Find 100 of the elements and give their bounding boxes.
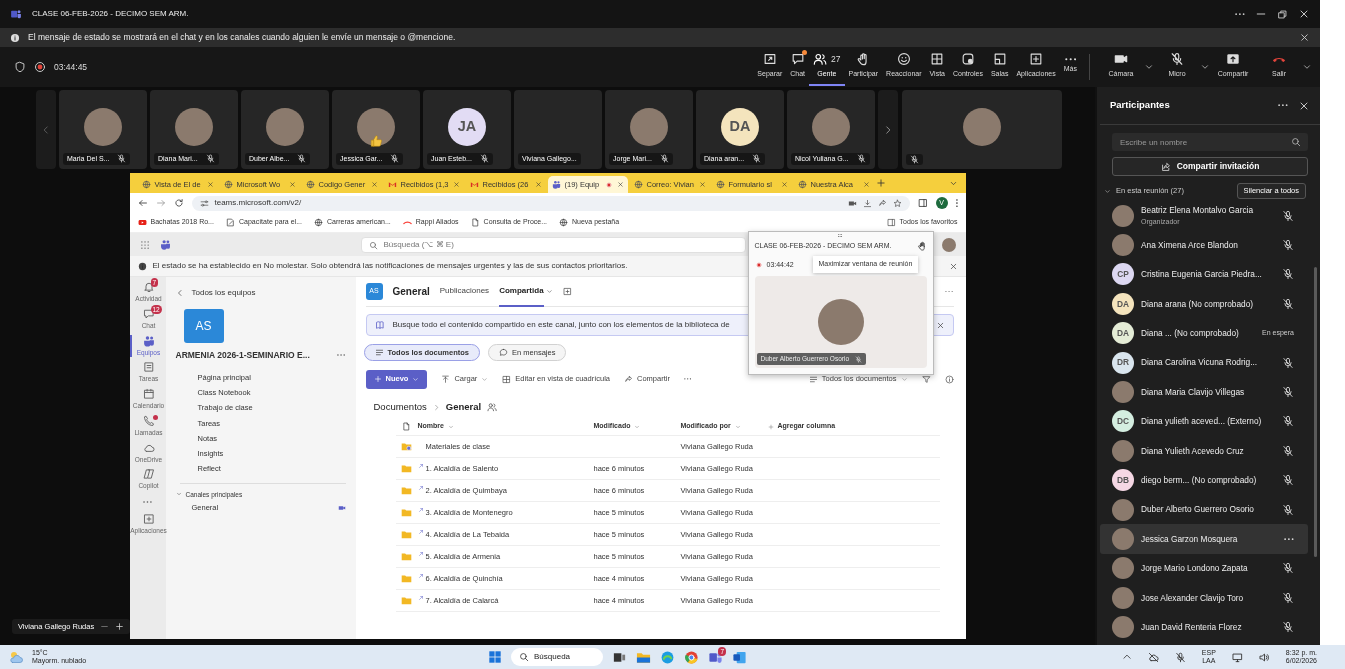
back-icon[interactable] <box>137 198 148 208</box>
participant-name: Ana Ximena Arce Blandon <box>1141 238 1239 252</box>
word-icon[interactable] <box>732 649 747 665</box>
participant-name: Diana arana (No comprobado) <box>1141 297 1255 311</box>
avatar: DA <box>721 108 759 146</box>
caret-icon <box>900 375 908 383</box>
people-count: 27 <box>831 52 841 66</box>
participant-row[interactable]: DA Diana arana (No comprobado) <box>1100 289 1308 319</box>
browser-icon[interactable] <box>660 649 675 665</box>
phone-icon <box>142 414 155 427</box>
participant-row[interactable]: DB diego berm... (No comprobado) <box>1100 465 1308 495</box>
participant-name: Duber Alberto Guerrero Osorio <box>1141 503 1255 516</box>
bell-icon <box>142 281 155 293</box>
share-icon[interactable] <box>877 198 887 208</box>
close-icon[interactable] <box>1298 8 1310 20</box>
photo-placeholder <box>1112 204 1134 227</box>
app-launcher-icon[interactable] <box>139 239 150 250</box>
photo-placeholder <box>812 108 850 146</box>
caret-icon <box>734 423 741 430</box>
more-icon <box>1064 57 1077 61</box>
file-icon <box>402 422 411 431</box>
breadcrumb-link[interactable]: Documentos <box>373 399 427 415</box>
address-bar[interactable]: teams.microsoft.com/v2/ <box>191 195 910 211</box>
drag-handle-icon[interactable] <box>838 234 843 238</box>
participant-row[interactable]: Diana Yulieth Acevedo Cruz <box>1100 436 1308 466</box>
participant-name: Diana Maria Clavijo Villegas <box>1141 385 1246 399</box>
photo-placeholder <box>630 108 668 146</box>
panel-title: Participantes <box>1110 98 1171 113</box>
info-icon[interactable] <box>944 374 954 384</box>
close-icon[interactable] <box>1299 32 1310 43</box>
more-icon[interactable] <box>1235 12 1245 16</box>
globe-icon <box>715 180 725 189</box>
participant-row[interactable]: Jorge Mario Londono Zapata <box>1100 553 1308 584</box>
menu-icon[interactable] <box>955 198 958 208</box>
globe-icon <box>559 218 569 227</box>
caret-icon[interactable] <box>545 288 553 295</box>
split-icon <box>762 52 777 67</box>
participant-name: Beatriz Elena Montalvo Garcia <box>1141 204 1255 217</box>
invite-button[interactable]: Compartir invitación <box>1112 157 1308 176</box>
link-arrow-icon <box>417 484 424 491</box>
plus-icon <box>373 375 382 383</box>
participant-row[interactable]: Jose Alexander Clavijo Toro <box>1100 583 1308 613</box>
volume-icon[interactable] <box>1258 651 1270 663</box>
scrollbar[interactable] <box>1314 267 1317 557</box>
reload-icon[interactable] <box>173 198 184 208</box>
participant-row[interactable]: Juan David Renteria Florez <box>1100 612 1308 642</box>
share-screen-icon <box>1226 52 1240 67</box>
photo-placeholder <box>1112 381 1134 404</box>
people-icon <box>487 402 498 412</box>
caret-icon[interactable] <box>1302 62 1312 72</box>
photo-placeholder <box>1112 234 1134 257</box>
tune-icon <box>199 198 209 208</box>
participant-row[interactable]: DR Diana Carolina Vicuna Rodrig... <box>1100 347 1308 378</box>
taskbar-search[interactable]: Búsqueda <box>511 648 603 666</box>
back-link[interactable]: Todos los equipos <box>175 287 346 299</box>
more-icon[interactable] <box>1284 537 1294 541</box>
avatar: DA <box>1112 292 1134 315</box>
banner-text: Busque todo el contenido compartido en este canal, junto con los elementos de la biblioteca de <box>392 319 730 331</box>
download-icon[interactable] <box>862 198 872 208</box>
filter-icon[interactable] <box>921 374 931 384</box>
caret-icon[interactable] <box>1104 187 1111 195</box>
mic-off-icon <box>1170 52 1184 67</box>
participant-row[interactable]: DC Diana yulieth aceved... (Externo) <box>1100 406 1308 437</box>
photo-placeholder <box>1112 528 1134 550</box>
link-arrow-icon <box>417 550 424 557</box>
caret-icon <box>481 375 489 383</box>
mail-icon <box>469 180 479 189</box>
search-field[interactable]: Búsqueda (⌥ ⌘ E) <box>360 236 746 253</box>
avatar: DB <box>1112 469 1134 492</box>
photo-placeholder <box>175 108 213 146</box>
mail-icon <box>387 180 397 189</box>
star-icon[interactable] <box>892 198 902 208</box>
avatar: DR <box>1112 351 1134 374</box>
start-icon[interactable] <box>488 650 502 664</box>
more-icon[interactable] <box>1278 104 1288 107</box>
participant-row[interactable]: Duber Alberto Guerrero Osorio <box>1100 494 1308 525</box>
restore-icon[interactable] <box>1277 8 1288 20</box>
photo-placeholder <box>357 108 395 146</box>
participant-row[interactable]: Diana Maria Clavijo Villegas <box>1100 377 1308 407</box>
participant-row[interactable]: Jessica Garzon Mosquera <box>1100 524 1308 554</box>
caret-icon[interactable] <box>1200 62 1210 72</box>
caret-icon[interactable] <box>1144 62 1154 72</box>
channel-tab[interactable]: Compartida <box>499 276 544 307</box>
mic-off-icon[interactable] <box>1174 651 1186 663</box>
participant-name: diego berm... (No comprobado) <box>1141 474 1258 487</box>
plus-icon[interactable] <box>115 621 125 631</box>
side-panel-icon[interactable] <box>917 198 928 208</box>
chat-icon <box>142 307 155 320</box>
channel-tab[interactable]: Publicaciones <box>439 276 490 307</box>
browser-icon[interactable] <box>684 649 699 665</box>
new-tab-icon[interactable] <box>875 178 886 188</box>
caret-icon <box>412 375 420 383</box>
search-field[interactable]: Escribe un nombre <box>1112 133 1308 151</box>
cloud-icon[interactable] <box>1147 651 1159 663</box>
add-tab-icon[interactable] <box>562 287 572 296</box>
participant-row[interactable]: CP Cristina Eugenia Garcia Piedra... <box>1100 259 1308 290</box>
hand-icon[interactable] <box>916 241 927 252</box>
chevron-up-icon[interactable] <box>1121 652 1132 662</box>
monitor-icon[interactable] <box>1231 651 1243 663</box>
participant-row[interactable]: Ana Ximena Arce Blandon <box>1100 230 1308 260</box>
